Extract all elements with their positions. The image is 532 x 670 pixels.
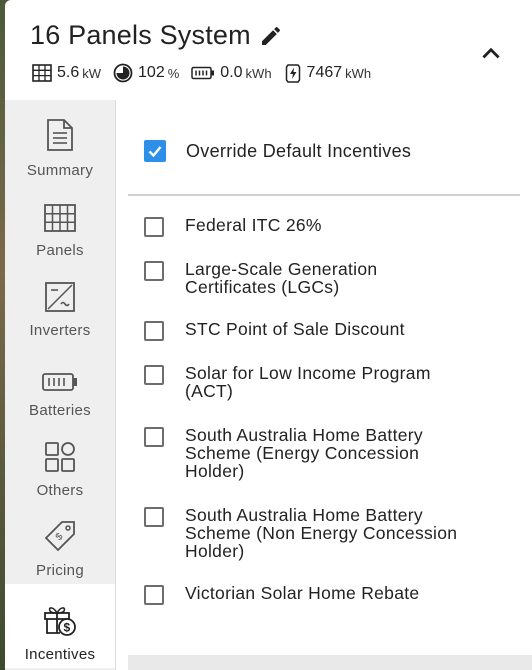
gift-dollar-icon: $ <box>44 607 76 636</box>
sidebar-item-panels[interactable]: Panels <box>5 180 115 260</box>
incentive-checkbox[interactable] <box>144 261 164 281</box>
sidebar-item-label: Inverters <box>29 322 91 339</box>
incentive-checkbox[interactable] <box>144 585 164 605</box>
system-title: 16 Panels System <box>30 20 251 50</box>
sidebar-item-label: Pricing <box>36 562 84 579</box>
energy-unit: kWh <box>345 65 372 81</box>
system-panel: 16 Panels System 5.6 kW 102 % 0.0 kWh 74… <box>5 0 532 670</box>
incentive-checkbox[interactable] <box>144 507 164 527</box>
sidebar-item-others[interactable]: Others <box>5 420 115 500</box>
incentive-item[interactable]: Victorian Solar Home Rebate <box>144 584 495 605</box>
bolt-icon <box>285 64 300 83</box>
sidebar-item-incentives[interactable]: $ Incentives <box>5 584 115 668</box>
chevron-up-icon[interactable] <box>478 40 504 66</box>
offset-stat: 102 % <box>113 63 179 83</box>
sidebar-item-batteries[interactable]: Batteries <box>5 340 115 420</box>
incentive-item[interactable]: STC Point of Sale Discount <box>144 320 495 341</box>
sidebar-item-label: Panels <box>36 242 84 259</box>
sidebar-item-summary[interactable]: Summary <box>5 100 115 180</box>
incentive-checkbox[interactable] <box>144 365 164 385</box>
pencil-edit-icon[interactable] <box>259 24 283 48</box>
sidebar-item-label: Batteries <box>29 402 91 419</box>
bottom-bar <box>128 655 532 670</box>
system-stats: 5.6 kW 102 % 0.0 kWh 7467 kWh <box>32 63 383 83</box>
battery-value: 0.0 <box>220 64 243 81</box>
sidebar-item-pricing[interactable]: $ Pricing <box>5 500 115 580</box>
power-unit: kW <box>82 65 102 81</box>
energy-value: 7467 <box>306 64 343 81</box>
sidebar-item-label: Others <box>36 482 84 499</box>
divider <box>128 194 520 196</box>
battery-icon <box>191 66 215 80</box>
incentive-item[interactable]: South Australia Home Battery Scheme (Non… <box>144 506 485 560</box>
panel-header: 16 Panels System 5.6 kW 102 % 0.0 kWh 74… <box>5 0 532 100</box>
override-incentives-toggle[interactable]: Override Default Incentives <box>144 140 411 162</box>
incentive-checkbox[interactable] <box>144 321 164 341</box>
power-value: 5.6 <box>57 64 80 81</box>
incentive-item[interactable]: Large-Scale Generation Certificates (LGC… <box>144 260 405 296</box>
sidebar-item-label: Summary <box>26 162 94 179</box>
sidebar-item-inverters[interactable]: Inverters <box>5 260 115 340</box>
battery-icon <box>42 373 77 391</box>
incentive-item[interactable]: South Australia Home Battery Scheme (Ene… <box>144 426 450 480</box>
incentive-label: Solar for Low Income Program (ACT) <box>185 363 431 401</box>
battery-stat: 0.0 kWh <box>191 64 272 82</box>
energy-stat: 7467 kWh <box>284 63 372 83</box>
incentive-label: South Australia Home Battery Scheme (Non… <box>185 505 458 561</box>
svg-text:$: $ <box>64 621 71 635</box>
battery-unit: kWh <box>245 65 272 81</box>
title-row: 16 Panels System <box>30 20 283 51</box>
document-icon <box>47 119 73 151</box>
incentive-label: STC Point of Sale Discount <box>185 319 405 339</box>
checkmark-icon <box>148 146 162 158</box>
incentive-label: Large-Scale Generation Certificates (LGC… <box>185 259 378 297</box>
incentives-content: Override Default Incentives Federal ITC … <box>128 100 532 670</box>
sidebar-item-label: Incentives <box>24 646 96 663</box>
offset-value: 102 <box>138 64 165 81</box>
power-stat: 5.6 kW <box>32 64 101 82</box>
override-checkbox[interactable] <box>144 140 166 162</box>
pie-icon <box>113 63 133 83</box>
svg-text:$: $ <box>54 531 66 543</box>
incentive-item[interactable]: Federal ITC 26% <box>144 216 495 237</box>
incentive-checkbox[interactable] <box>144 217 164 237</box>
incentive-item[interactable]: Solar for Low Income Program (ACT) <box>144 364 465 400</box>
incentive-label: Victorian Solar Home Rebate <box>185 583 420 603</box>
inverter-icon <box>45 282 75 312</box>
squares-icon <box>45 442 75 472</box>
offset-unit: % <box>167 65 180 81</box>
sidebar: Summary Panels Inverters Batteries Other… <box>5 100 116 670</box>
incentive-label: Federal ITC 26% <box>185 215 322 235</box>
grid-icon <box>32 64 52 82</box>
grid-icon <box>44 204 76 232</box>
tag-icon: $ <box>44 521 75 552</box>
incentive-label: South Australia Home Battery Scheme (Ene… <box>185 425 423 481</box>
incentive-checkbox[interactable] <box>144 427 164 447</box>
override-label: Override Default Incentives <box>186 140 412 161</box>
